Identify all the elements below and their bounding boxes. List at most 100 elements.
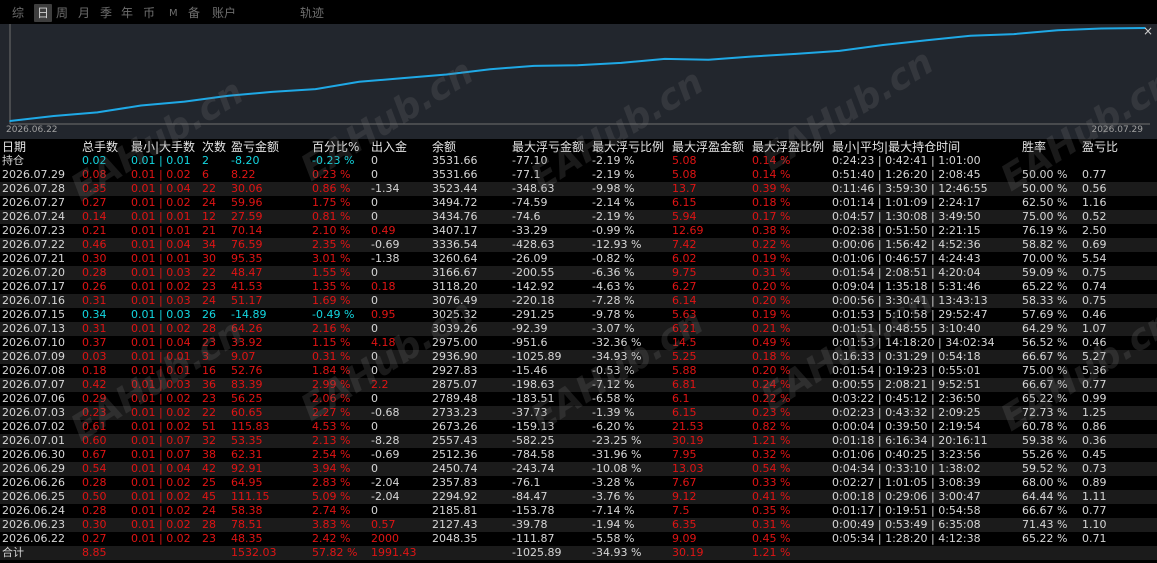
cell-max-float-loss: -243.74	[512, 462, 555, 475]
cell-max-float-profit: 30.19	[672, 546, 704, 559]
cell-hold-time: 0:00:49 | 0:53:49 | 6:35:08	[832, 518, 981, 531]
cell-balance: 3336.54	[432, 238, 478, 251]
cell-win-rate: 胜率	[1022, 140, 1047, 154]
cell-balance: 3523.44	[432, 182, 478, 195]
cell-max-float-profit-pct: 0.20 %	[752, 364, 791, 377]
cell-min-max-lots: 0.01 | 0.02	[131, 168, 191, 181]
cell-pnl-amount: 95.35	[231, 252, 263, 265]
cell-max-float-loss-pct: -1.94 %	[592, 518, 635, 531]
cell-hold-time: 0:16:33 | 0:31:29 | 0:54:18	[832, 350, 981, 363]
cell-profit-loss-ratio: 0.77	[1082, 504, 1107, 517]
table-row: 2026.07.10 0.37 0.01 | 0.04 23 33.92 1.15 % 4.…	[0, 336, 1157, 350]
cell-total-lots: 0.02	[82, 154, 107, 167]
cell-count: 23	[202, 532, 216, 545]
cell-balance: 2357.83	[432, 476, 478, 489]
cell-max-float-loss: -220.18	[512, 294, 555, 307]
balance-point	[489, 68, 492, 70]
cell-hold-time: 0:03:22 | 0:45:12 | 2:36:50	[832, 392, 981, 405]
cell-balance: 3407.17	[432, 224, 478, 237]
tab-m[interactable]: M	[169, 5, 178, 23]
cell-max-float-profit-pct: 0.41 %	[752, 490, 791, 503]
cell-profit-loss-ratio: 0.45	[1082, 448, 1107, 461]
cell-date: 2026.06.22	[2, 532, 65, 545]
tab-item-3[interactable]: 月	[78, 4, 90, 22]
balance-series-line	[9, 27, 1146, 122]
cell-balance: 2975.00	[432, 336, 478, 349]
cell-profit-loss-ratio: 1.11	[1082, 490, 1107, 503]
cell-min-max-lots: 0.01 | 0.02	[131, 280, 191, 293]
cell-profit-loss-ratio: 0.75	[1082, 266, 1107, 279]
cell-total-lots: 0.35	[82, 182, 107, 195]
table-row: 2026.07.06 0.29 0.01 | 0.02 23 56.25 2.06 % 0 2…	[0, 392, 1157, 406]
tab-item-1[interactable]: 日	[34, 4, 53, 22]
cell-max-float-profit-pct: 0.18 %	[752, 196, 791, 209]
cell-percent: 2.13 %	[312, 434, 351, 447]
tab-item-0[interactable]: 综	[12, 4, 24, 22]
cell-win-rate: 66.67 %	[1022, 350, 1068, 363]
cell-max-float-profit-pct: 0.35 %	[752, 504, 791, 517]
balance-point	[183, 100, 186, 103]
tab-item-2[interactable]: 周	[56, 4, 68, 22]
cell-hold-time: 0:02:23 | 0:43:32 | 2:09:25	[832, 406, 981, 419]
cell-deposit-withdraw: 0	[371, 154, 378, 167]
cell-max-float-profit-pct: 0.14 %	[752, 168, 791, 181]
cell-profit-loss-ratio: 5.54	[1082, 252, 1107, 265]
cell-balance: 3118.20	[432, 280, 478, 293]
cell-max-float-loss: -159.13	[512, 420, 555, 433]
close-icon[interactable]: ×	[1143, 25, 1153, 37]
cell-min-max-lots: 0.01 | 0.07	[131, 434, 191, 447]
cell-balance: 3531.66	[432, 168, 478, 181]
table-row: 2026.07.20 0.28 0.01 | 0.03 22 48.47 1.55 % 0 3…	[0, 266, 1157, 280]
table-row: 2026.07.08 0.18 0.01 | 0.01 16 52.76 1.84 % 0 2…	[0, 364, 1157, 378]
cell-max-float-profit: 30.19	[672, 434, 704, 447]
cell-max-float-loss-pct: -3.28 %	[592, 476, 635, 489]
cell-balance: 2127.43	[432, 518, 478, 531]
cell-pnl-amount: 9.07	[231, 350, 256, 363]
cell-total-lots: 0.50	[82, 490, 107, 503]
cell-max-float-loss: -15.46	[512, 364, 548, 377]
cell-deposit-withdraw: 0.18	[371, 280, 396, 293]
cell-deposit-withdraw: 1991.43	[371, 546, 417, 559]
cell-max-float-loss: -77.1	[512, 168, 541, 181]
tab-item-10[interactable]: 轨迹	[300, 4, 324, 22]
cell-min-max-lots: 0.01 | 0.02	[131, 532, 191, 545]
cell-pnl-amount: 52.76	[231, 364, 263, 377]
cell-deposit-withdraw: 2000	[371, 532, 399, 545]
cell-max-float-profit: 9.75	[672, 266, 697, 279]
cell-min-max-lots: 0.01 | 0.01	[131, 252, 191, 265]
cell-min-max-lots: 0.01 | 0.02	[131, 518, 191, 531]
cell-max-float-profit-pct: 0.19 %	[752, 308, 791, 321]
cell-max-float-profit: 5.63	[672, 308, 697, 321]
tab-item-6[interactable]: 币	[143, 4, 155, 22]
tab-item-5[interactable]: 年	[121, 4, 133, 22]
tab-item-8[interactable]: 备	[188, 4, 200, 22]
cell-percent: 3.94 %	[312, 462, 351, 475]
tab-item-4[interactable]: 季	[100, 4, 112, 22]
cell-max-float-loss: -784.58	[512, 448, 555, 461]
cell-max-float-profit-pct: 0.82 %	[752, 420, 791, 433]
cell-deposit-withdraw: 0	[371, 504, 378, 517]
cell-date: 2026.07.16	[2, 294, 65, 307]
cell-date: 2026.07.10	[2, 336, 65, 349]
cell-pnl-amount: 1532.03	[231, 546, 277, 559]
cell-deposit-withdraw: -0.69	[371, 238, 400, 251]
x-axis-end-label: 2026.07.29	[1091, 125, 1143, 135]
cell-percent: 1.35 %	[312, 280, 351, 293]
cell-count: 23	[202, 392, 216, 405]
cell-count: 16	[202, 364, 216, 377]
cell-pnl-amount: 48.35	[231, 532, 263, 545]
cell-balance: 2789.48	[432, 392, 478, 405]
tab-item-9[interactable]: 账户	[212, 4, 236, 22]
cell-max-float-loss-pct: -2.14 %	[592, 196, 635, 209]
cell-total-lots: 0.03	[82, 350, 107, 363]
cell-profit-loss-ratio: 1.16	[1082, 196, 1107, 209]
cell-max-float-loss-pct: -9.78 %	[592, 308, 635, 321]
cell-percent: 1.84 %	[312, 364, 351, 377]
cell-min-max-lots: 最小|大手数	[131, 140, 196, 154]
cell-max-float-loss: -111.87	[512, 532, 555, 545]
cell-hold-time: 0:01:51 | 0:48:55 | 3:10:40	[832, 322, 981, 335]
table-total-row: 合计 8.85 1532.03 57.82 % 1991.43 -1025.89 -34.9…	[0, 546, 1157, 560]
cell-hold-time: 0:02:38 | 0:51:50 | 2:21:15	[832, 224, 981, 237]
cell-balance: 2927.83	[432, 364, 478, 377]
table-row: 2026.07.21 0.30 0.01 | 0.01 30 95.35 3.01 % -1…	[0, 252, 1157, 266]
